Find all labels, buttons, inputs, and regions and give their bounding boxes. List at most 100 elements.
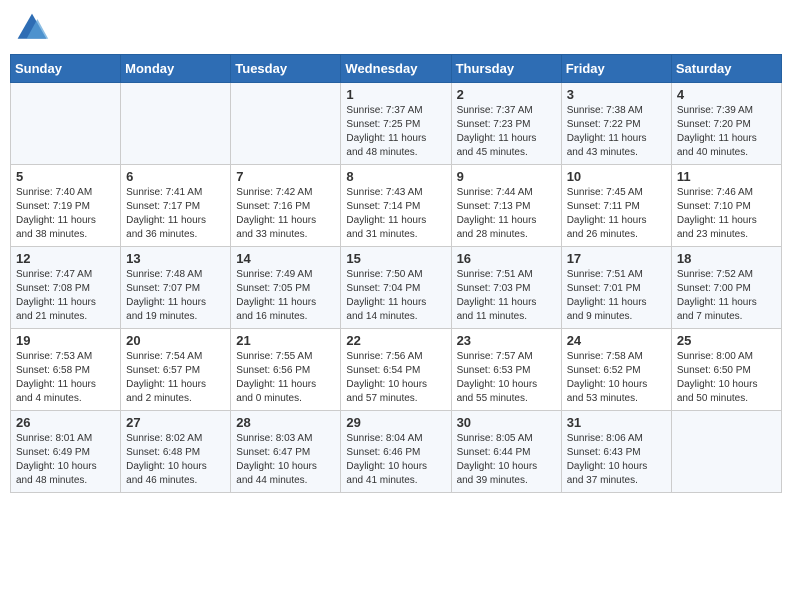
day-number: 21	[236, 333, 335, 348]
day-number: 7	[236, 169, 335, 184]
day-number: 1	[346, 87, 445, 102]
day-info: Sunrise: 7:55 AM Sunset: 6:56 PM Dayligh…	[236, 350, 335, 406]
calendar-header-tuesday: Tuesday	[231, 55, 341, 83]
day-number: 17	[567, 251, 666, 266]
logo-icon	[14, 10, 50, 46]
calendar-cell: 6 Sunrise: 7:41 AM Sunset: 7:17 PM Daylig…	[121, 165, 231, 247]
day-info: Sunrise: 8:00 AM Sunset: 6:50 PM Dayligh…	[677, 350, 776, 406]
calendar-cell: 31Sunrise: 8:06 AM Sunset: 6:43 PM Dayli…	[561, 411, 671, 493]
day-number: 10	[567, 169, 666, 184]
day-number: 15	[346, 251, 445, 266]
day-info: Sunrise: 8:02 AM Sunset: 6:48 PM Dayligh…	[126, 432, 225, 488]
day-number: 30	[457, 415, 556, 430]
calendar-cell: 1 Sunrise: 7:37 AM Sunset: 7:25 PM Daylig…	[341, 83, 451, 165]
calendar-header-monday: Monday	[121, 55, 231, 83]
day-info: Sunrise: 7:47 AM Sunset: 7:08 PM Dayligh…	[16, 268, 115, 324]
calendar-cell: 24Sunrise: 7:58 AM Sunset: 6:52 PM Dayli…	[561, 329, 671, 411]
day-number: 3	[567, 87, 666, 102]
calendar-cell: 16 Sunrise: 7:51 AM Sunset: 7:03 PM Dayli…	[451, 247, 561, 329]
day-info: Sunrise: 8:06 AM Sunset: 6:43 PM Dayligh…	[567, 432, 666, 488]
day-number: 12	[16, 251, 115, 266]
calendar-header-sunday: Sunday	[11, 55, 121, 83]
day-info: Sunrise: 7:42 AM Sunset: 7:16 PM Dayligh…	[236, 186, 335, 242]
day-info: Sunrise: 8:05 AM Sunset: 6:44 PM Dayligh…	[457, 432, 556, 488]
day-info: Sunrise: 7:51 AM Sunset: 7:03 PM Dayligh…	[457, 268, 556, 324]
day-info: Sunrise: 7:49 AM Sunset: 7:05 PM Dayligh…	[236, 268, 335, 324]
calendar-cell	[671, 411, 781, 493]
day-number: 20	[126, 333, 225, 348]
logo	[14, 10, 54, 46]
calendar-cell: 29Sunrise: 8:04 AM Sunset: 6:46 PM Dayli…	[341, 411, 451, 493]
calendar-cell: 12 Sunrise: 7:47 AM Sunset: 7:08 PM Dayli…	[11, 247, 121, 329]
calendar-cell: 19 Sunrise: 7:53 AM Sunset: 6:58 PM Dayli…	[11, 329, 121, 411]
calendar-header-friday: Friday	[561, 55, 671, 83]
calendar-cell: 2 Sunrise: 7:37 AM Sunset: 7:23 PM Daylig…	[451, 83, 561, 165]
calendar-cell: 14 Sunrise: 7:49 AM Sunset: 7:05 PM Dayli…	[231, 247, 341, 329]
calendar-cell: 25 Sunrise: 8:00 AM Sunset: 6:50 PM Dayli…	[671, 329, 781, 411]
day-number: 18	[677, 251, 776, 266]
day-info: Sunrise: 7:48 AM Sunset: 7:07 PM Dayligh…	[126, 268, 225, 324]
calendar-cell: 28 Sunrise: 8:03 AM Sunset: 6:47 PM Dayli…	[231, 411, 341, 493]
calendar-cell: 15 Sunrise: 7:50 AM Sunset: 7:04 PM Dayli…	[341, 247, 451, 329]
calendar-cell: 10Sunrise: 7:45 AM Sunset: 7:11 PM Dayli…	[561, 165, 671, 247]
calendar-cell: 21 Sunrise: 7:55 AM Sunset: 6:56 PM Dayli…	[231, 329, 341, 411]
day-info: Sunrise: 7:38 AM Sunset: 7:22 PM Dayligh…	[567, 104, 666, 160]
calendar-cell: 11 Sunrise: 7:46 AM Sunset: 7:10 PM Dayli…	[671, 165, 781, 247]
day-number: 14	[236, 251, 335, 266]
calendar-cell: 13 Sunrise: 7:48 AM Sunset: 7:07 PM Dayli…	[121, 247, 231, 329]
day-info: Sunrise: 7:46 AM Sunset: 7:10 PM Dayligh…	[677, 186, 776, 242]
calendar-header-row: SundayMondayTuesdayWednesdayThursdayFrid…	[11, 55, 782, 83]
calendar-week-row: 19 Sunrise: 7:53 AM Sunset: 6:58 PM Dayli…	[11, 329, 782, 411]
calendar-cell: 18 Sunrise: 7:52 AM Sunset: 7:00 PM Dayli…	[671, 247, 781, 329]
day-info: Sunrise: 7:37 AM Sunset: 7:23 PM Dayligh…	[457, 104, 556, 160]
day-number: 28	[236, 415, 335, 430]
calendar-cell: 4 Sunrise: 7:39 AM Sunset: 7:20 PM Daylig…	[671, 83, 781, 165]
header	[10, 10, 782, 46]
day-number: 6	[126, 169, 225, 184]
day-info: Sunrise: 7:41 AM Sunset: 7:17 PM Dayligh…	[126, 186, 225, 242]
day-info: Sunrise: 7:43 AM Sunset: 7:14 PM Dayligh…	[346, 186, 445, 242]
day-number: 8	[346, 169, 445, 184]
calendar-cell: 23 Sunrise: 7:57 AM Sunset: 6:53 PM Dayli…	[451, 329, 561, 411]
calendar-cell: 9 Sunrise: 7:44 AM Sunset: 7:13 PM Daylig…	[451, 165, 561, 247]
day-number: 29	[346, 415, 445, 430]
day-info: Sunrise: 7:50 AM Sunset: 7:04 PM Dayligh…	[346, 268, 445, 324]
day-number: 16	[457, 251, 556, 266]
calendar: SundayMondayTuesdayWednesdayThursdayFrid…	[10, 54, 782, 493]
calendar-week-row: 1 Sunrise: 7:37 AM Sunset: 7:25 PM Daylig…	[11, 83, 782, 165]
day-number: 9	[457, 169, 556, 184]
day-info: Sunrise: 7:53 AM Sunset: 6:58 PM Dayligh…	[16, 350, 115, 406]
calendar-cell	[11, 83, 121, 165]
calendar-week-row: 12 Sunrise: 7:47 AM Sunset: 7:08 PM Dayli…	[11, 247, 782, 329]
day-info: Sunrise: 8:01 AM Sunset: 6:49 PM Dayligh…	[16, 432, 115, 488]
day-info: Sunrise: 8:03 AM Sunset: 6:47 PM Dayligh…	[236, 432, 335, 488]
day-number: 2	[457, 87, 556, 102]
calendar-week-row: 5 Sunrise: 7:40 AM Sunset: 7:19 PM Daylig…	[11, 165, 782, 247]
day-info: Sunrise: 7:44 AM Sunset: 7:13 PM Dayligh…	[457, 186, 556, 242]
day-info: Sunrise: 7:37 AM Sunset: 7:25 PM Dayligh…	[346, 104, 445, 160]
day-number: 23	[457, 333, 556, 348]
calendar-cell	[231, 83, 341, 165]
calendar-week-row: 26Sunrise: 8:01 AM Sunset: 6:49 PM Dayli…	[11, 411, 782, 493]
calendar-cell: 7 Sunrise: 7:42 AM Sunset: 7:16 PM Daylig…	[231, 165, 341, 247]
day-number: 19	[16, 333, 115, 348]
day-info: Sunrise: 7:57 AM Sunset: 6:53 PM Dayligh…	[457, 350, 556, 406]
day-info: Sunrise: 7:54 AM Sunset: 6:57 PM Dayligh…	[126, 350, 225, 406]
calendar-header-wednesday: Wednesday	[341, 55, 451, 83]
calendar-header-thursday: Thursday	[451, 55, 561, 83]
day-number: 25	[677, 333, 776, 348]
calendar-cell: 8 Sunrise: 7:43 AM Sunset: 7:14 PM Daylig…	[341, 165, 451, 247]
day-number: 24	[567, 333, 666, 348]
calendar-cell: 5 Sunrise: 7:40 AM Sunset: 7:19 PM Daylig…	[11, 165, 121, 247]
day-number: 11	[677, 169, 776, 184]
calendar-cell	[121, 83, 231, 165]
day-number: 5	[16, 169, 115, 184]
calendar-cell: 17 Sunrise: 7:51 AM Sunset: 7:01 PM Dayli…	[561, 247, 671, 329]
calendar-header-saturday: Saturday	[671, 55, 781, 83]
day-info: Sunrise: 7:40 AM Sunset: 7:19 PM Dayligh…	[16, 186, 115, 242]
day-number: 4	[677, 87, 776, 102]
day-info: Sunrise: 7:52 AM Sunset: 7:00 PM Dayligh…	[677, 268, 776, 324]
day-info: Sunrise: 7:39 AM Sunset: 7:20 PM Dayligh…	[677, 104, 776, 160]
day-info: Sunrise: 7:51 AM Sunset: 7:01 PM Dayligh…	[567, 268, 666, 324]
day-number: 13	[126, 251, 225, 266]
